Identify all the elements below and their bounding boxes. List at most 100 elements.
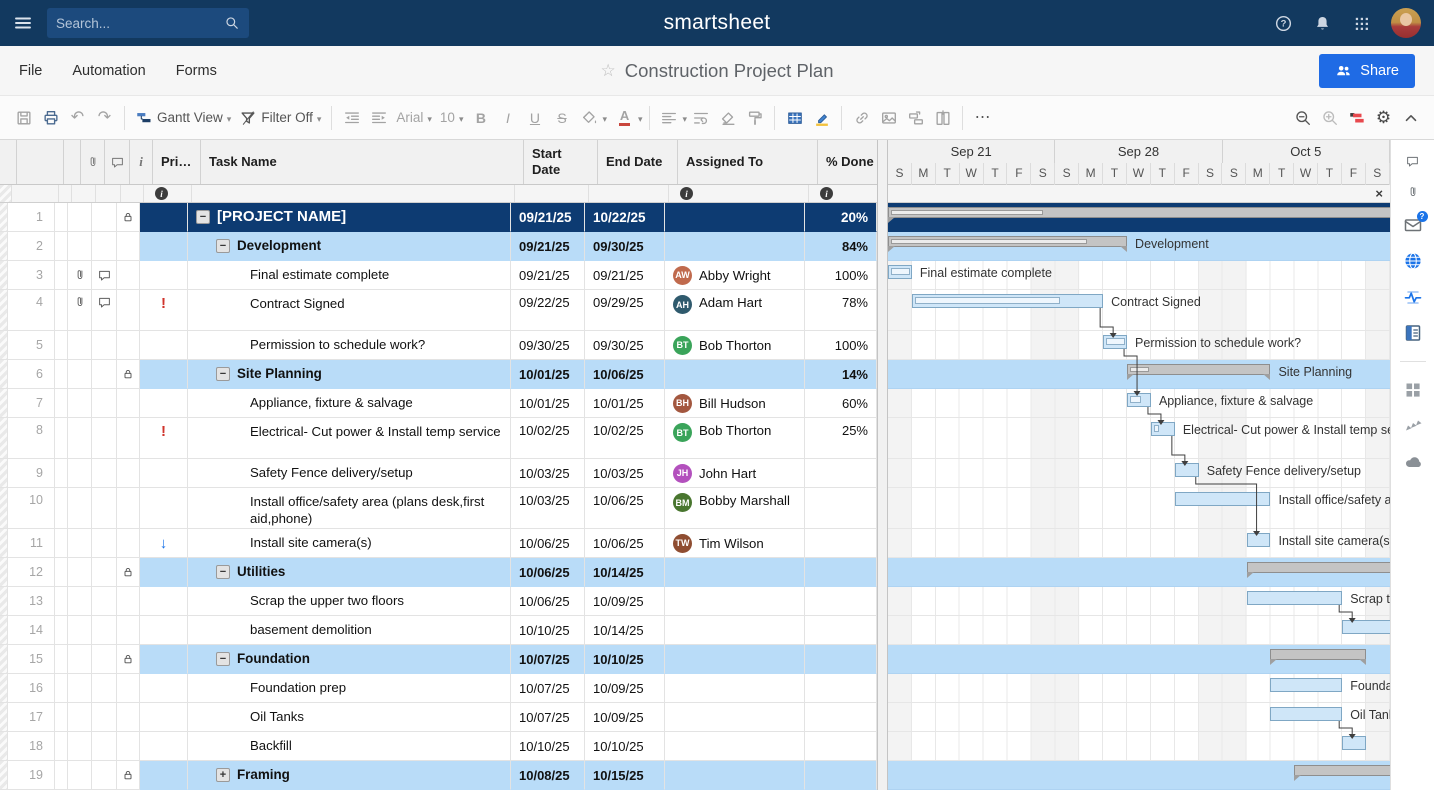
row-select-cell[interactable] — [55, 558, 68, 587]
cell-end-date[interactable]: 10/14/25 — [585, 558, 665, 587]
cell-end-date[interactable]: 10/06/25 — [585, 529, 665, 558]
insert-row-button[interactable] — [902, 103, 929, 133]
cell-priority[interactable] — [140, 616, 188, 645]
expand-row-icon[interactable]: + — [216, 768, 230, 782]
cell-task-name[interactable]: basement demolition — [188, 616, 511, 645]
menu-forms[interactable]: Forms — [176, 63, 217, 79]
cell-priority[interactable] — [140, 732, 188, 761]
cell-assigned-to[interactable]: JHJohn Hart — [665, 459, 805, 488]
cell-attachments[interactable] — [68, 488, 92, 529]
indent-button[interactable] — [365, 103, 392, 133]
row-number[interactable]: 12 — [8, 558, 55, 587]
sheet-summary-icon[interactable] — [1403, 323, 1423, 343]
row-drag-handle[interactable] — [0, 389, 8, 418]
print-button[interactable] — [37, 103, 64, 133]
row-number[interactable]: 19 — [8, 761, 55, 790]
row-select-cell[interactable] — [55, 418, 68, 459]
row-number[interactable]: 13 — [8, 587, 55, 616]
row-select-cell[interactable] — [55, 674, 68, 703]
cell-assigned-to[interactable] — [665, 616, 805, 645]
cell-percent-done[interactable] — [805, 459, 877, 488]
zoom-out-button[interactable] — [1289, 103, 1316, 133]
split-cell-button[interactable] — [929, 103, 956, 133]
table-row[interactable]: 5Permission to schedule work?09/30/2509/… — [0, 331, 877, 360]
cell-attachments[interactable] — [68, 732, 92, 761]
cell-assigned-to[interactable]: BTBob Thorton — [665, 331, 805, 360]
column-header-attach[interactable] — [81, 140, 105, 184]
cell-comments[interactable] — [92, 232, 117, 261]
cell-start-date[interactable]: 10/03/25 — [511, 459, 585, 488]
cell-percent-done[interactable] — [805, 529, 877, 558]
font-color-button[interactable]: A — [611, 103, 638, 133]
cell-end-date[interactable]: 09/29/25 — [585, 290, 665, 331]
table-row[interactable]: 1−[PROJECT NAME]09/21/2510/22/2520% — [0, 203, 877, 232]
cell-attachments[interactable] — [68, 616, 92, 645]
row-number[interactable]: 5 — [8, 331, 55, 360]
table-row[interactable]: 8!Electrical- Cut power & Install temp s… — [0, 418, 877, 459]
row-number[interactable]: 15 — [8, 645, 55, 674]
cell-comments[interactable] — [92, 732, 117, 761]
main-menu-icon[interactable] — [13, 13, 33, 33]
cell-task-name[interactable]: −Foundation — [188, 645, 511, 674]
cell-priority[interactable] — [140, 703, 188, 732]
activity-log-icon[interactable] — [1403, 287, 1423, 307]
cell-lock[interactable] — [117, 587, 140, 616]
row-number[interactable]: 17 — [8, 703, 55, 732]
cell-assigned-to[interactable]: BTBob Thorton — [665, 418, 805, 459]
link-button[interactable] — [848, 103, 875, 133]
cell-assigned-to[interactable] — [665, 732, 805, 761]
cell-priority[interactable] — [140, 674, 188, 703]
cell-attachments[interactable] — [68, 558, 92, 587]
cell-percent-done[interactable]: 78% — [805, 290, 877, 331]
cell-end-date[interactable]: 10/22/25 — [585, 203, 665, 232]
cell-task-name[interactable]: Electrical- Cut power & Install temp ser… — [188, 418, 511, 459]
cell-assigned-to[interactable] — [665, 587, 805, 616]
cell-start-date[interactable]: 09/30/25 — [511, 331, 585, 360]
info-cell-assigned[interactable]: i — [669, 185, 809, 202]
row-drag-handle[interactable] — [0, 203, 8, 232]
cell-task-name[interactable]: Backfill — [188, 732, 511, 761]
cell-comments[interactable] — [92, 389, 117, 418]
redo-button[interactable]: ↷ — [91, 103, 118, 133]
cell-priority[interactable] — [140, 261, 188, 290]
row-select-cell[interactable] — [55, 360, 68, 389]
cell-end-date[interactable]: 10/09/25 — [585, 703, 665, 732]
cell-priority[interactable] — [140, 558, 188, 587]
cell-percent-done[interactable]: 20% — [805, 203, 877, 232]
cell-priority[interactable]: ! — [140, 418, 188, 459]
fill-color-button[interactable] — [575, 103, 602, 133]
gantt-task-bar[interactable] — [1270, 707, 1342, 721]
cell-assigned-to[interactable]: TWTim Wilson — [665, 529, 805, 558]
row-drag-handle[interactable] — [0, 488, 8, 529]
cell-percent-done[interactable] — [805, 587, 877, 616]
gantt-task-bar[interactable] — [1270, 678, 1342, 692]
table-row[interactable]: 15−Foundation10/07/2510/10/25 — [0, 645, 877, 674]
undo-button[interactable]: ↶ — [64, 103, 91, 133]
cell-start-date[interactable]: 09/21/25 — [511, 203, 585, 232]
table-row[interactable]: 13Scrap the upper two floors10/06/2510/0… — [0, 587, 877, 616]
paperclip-icon[interactable] — [73, 295, 87, 309]
cell-task-name[interactable]: Safety Fence delivery/setup — [188, 459, 511, 488]
row-select-cell[interactable] — [55, 761, 68, 790]
row-drag-handle[interactable] — [0, 459, 8, 488]
cell-lock[interactable] — [117, 529, 140, 558]
cell-comments[interactable] — [92, 674, 117, 703]
cell-assigned-to[interactable] — [665, 558, 805, 587]
row-drag-handle[interactable] — [0, 331, 8, 360]
cell-end-date[interactable]: 10/06/25 — [585, 488, 665, 529]
cell-task-name[interactable]: −[PROJECT NAME] — [188, 203, 511, 232]
cell-start-date[interactable]: 09/22/25 — [511, 290, 585, 331]
cell-comments[interactable] — [92, 645, 117, 674]
row-drag-handle[interactable] — [0, 703, 8, 732]
collapse-row-icon[interactable]: − — [216, 652, 230, 666]
table-row[interactable]: 18Backfill10/10/2510/10/25 — [0, 732, 877, 761]
info-cell-done[interactable]: i — [809, 185, 881, 202]
cell-attachments[interactable] — [68, 761, 92, 790]
info-icon[interactable]: i — [820, 187, 833, 200]
cell-end-date[interactable]: 10/10/25 — [585, 645, 665, 674]
row-drag-handle[interactable] — [0, 732, 8, 761]
cell-percent-done[interactable] — [805, 645, 877, 674]
row-number[interactable]: 9 — [8, 459, 55, 488]
image-button[interactable] — [875, 103, 902, 133]
cell-priority[interactable] — [140, 360, 188, 389]
